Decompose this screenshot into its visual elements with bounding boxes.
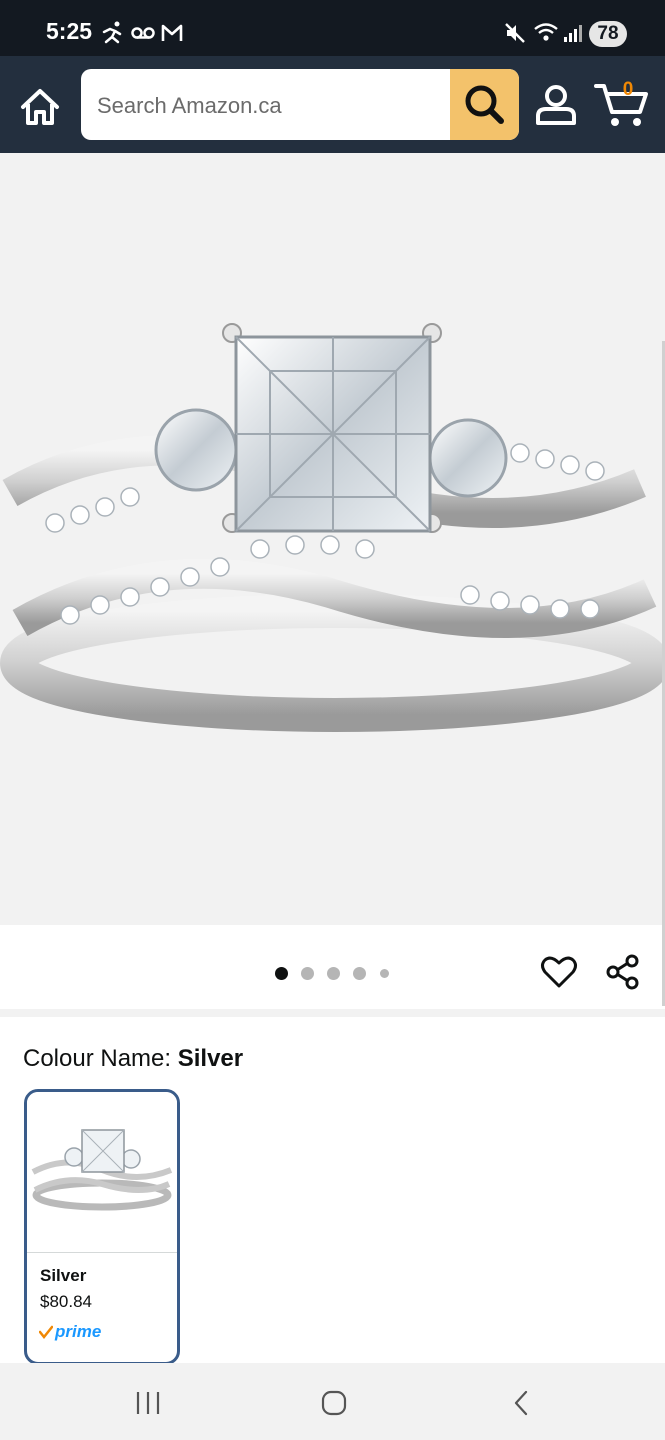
- product-image[interactable]: [0, 153, 665, 1006]
- colour-name-label: Colour Name: Silver: [23, 1045, 243, 1073]
- carousel-dot-4[interactable]: [353, 967, 366, 980]
- search-bar: [81, 69, 519, 140]
- running-person-icon: [102, 21, 122, 44]
- section-divider: [0, 1009, 665, 1017]
- prime-check-icon: [38, 1325, 54, 1340]
- swatch-separator: [27, 1252, 177, 1253]
- prime-label: prime: [55, 1322, 102, 1341]
- home-nav-icon[interactable]: [320, 1389, 348, 1417]
- swatch-price: $80.84: [40, 1292, 92, 1311]
- system-navigation-bar: [0, 1363, 665, 1440]
- status-time: 5:25: [46, 18, 93, 44]
- swatch-name: Silver: [40, 1266, 87, 1285]
- mute-icon: [505, 23, 525, 43]
- carousel-dot-1[interactable]: [275, 967, 288, 980]
- prime-badge: prime: [38, 1322, 102, 1342]
- recent-apps-icon[interactable]: [134, 1389, 162, 1417]
- account-icon[interactable]: [534, 83, 578, 127]
- carousel-dot-3[interactable]: [327, 967, 340, 980]
- gmail-icon: [161, 24, 183, 41]
- variation-swatch-silver[interactable]: Silver $80.84 prime: [24, 1089, 180, 1365]
- swatch-ring-thumbnail: [27, 1092, 177, 1254]
- signal-icon: [564, 25, 582, 42]
- heart-icon[interactable]: [540, 953, 578, 991]
- colour-selected-value: Silver: [177, 1045, 244, 1072]
- search-icon: [465, 85, 504, 124]
- search-button[interactable]: [450, 69, 519, 140]
- search-input[interactable]: [81, 69, 459, 140]
- cart-count-badge: 0: [622, 79, 634, 100]
- wifi-icon: [534, 23, 558, 41]
- carousel-dot-2[interactable]: [301, 967, 314, 980]
- home-icon[interactable]: [18, 85, 62, 129]
- colour-label-prefix: Colour Name:: [23, 1045, 178, 1072]
- battery-indicator: 78: [589, 21, 627, 47]
- status-bar: 5:25 78: [0, 0, 665, 60]
- voicemail-icon: [131, 27, 155, 39]
- back-icon[interactable]: [508, 1389, 536, 1417]
- carousel-dot-5[interactable]: [380, 969, 389, 978]
- ring-image: [0, 323, 665, 732]
- share-icon[interactable]: [604, 953, 642, 991]
